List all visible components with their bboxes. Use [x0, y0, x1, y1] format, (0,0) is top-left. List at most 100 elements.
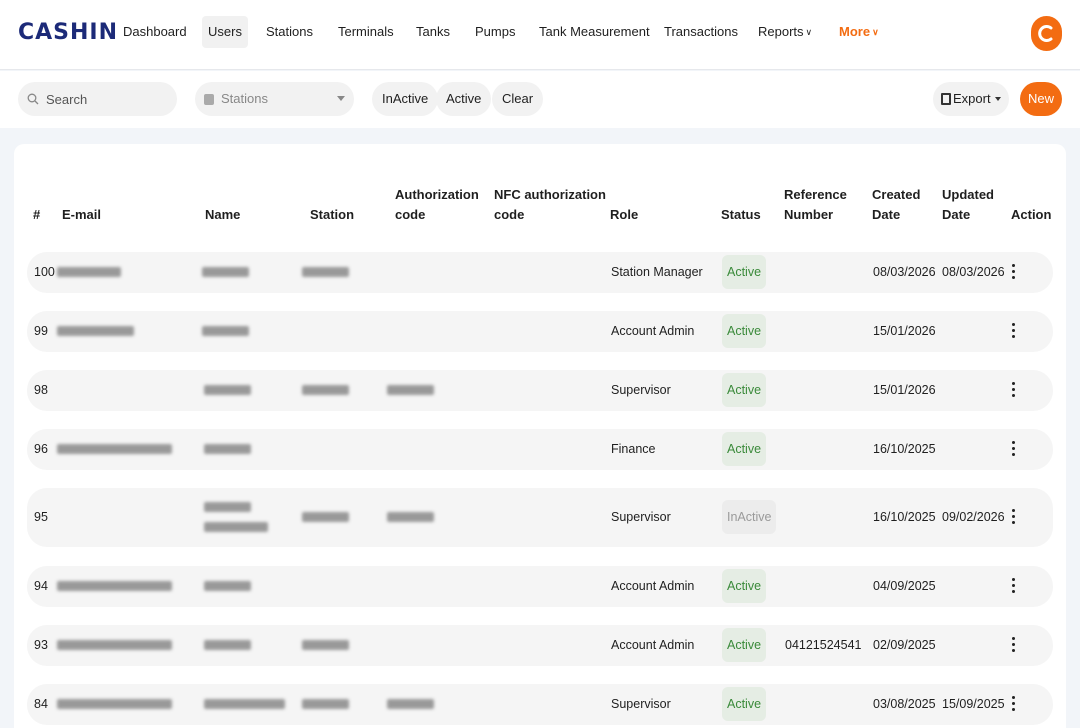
cell-role: Finance: [611, 442, 656, 456]
redacted-auth-code: [387, 699, 434, 709]
col-header-nfc-code: NFC authorization code: [494, 185, 606, 225]
col-header-status: Status: [721, 207, 761, 222]
nav-terminals[interactable]: Terminals: [332, 16, 400, 48]
nav-more[interactable]: More ∨: [833, 16, 885, 48]
more-actions-icon[interactable]: [1006, 695, 1022, 713]
redacted-name: [204, 699, 285, 709]
redacted-name: [202, 326, 249, 336]
col-header-station: Station: [310, 207, 355, 222]
top-navbar: CASHIN Dashboard Users Stations Terminal…: [0, 0, 1080, 70]
table-row[interactable]: 100 Station Manager Active 08/03/2026 08…: [27, 252, 1053, 293]
chevron-down-icon: ∨: [872, 27, 879, 37]
nav-transactions[interactable]: Transactions: [658, 16, 744, 48]
more-actions-icon[interactable]: [1006, 577, 1022, 595]
col-header-action: Action: [1011, 207, 1052, 222]
nav-tanks[interactable]: Tanks: [410, 16, 456, 48]
col-header-auth-code-line1: Authorization: [395, 187, 479, 202]
cell-updated-date: 15/09/2025: [942, 697, 1005, 711]
cell-index: 99: [34, 324, 48, 338]
nav-stations[interactable]: Stations: [260, 16, 319, 48]
table-row[interactable]: 98 Supervisor Active 15/01/2026: [27, 370, 1053, 411]
cell-updated-date: 09/02/2026: [942, 510, 1005, 524]
redacted-station: [302, 640, 349, 650]
user-avatar[interactable]: [1031, 16, 1062, 51]
col-header-email: E-mail: [62, 207, 102, 222]
cell-role: Account Admin: [611, 324, 695, 338]
redacted-email: [57, 581, 172, 591]
filter-clear-button[interactable]: Clear: [492, 82, 544, 116]
redacted-name: [204, 640, 251, 650]
export-icon: [941, 93, 951, 105]
search-box[interactable]: [18, 82, 177, 116]
status-badge: Active: [722, 628, 767, 662]
brand-logo[interactable]: CASHIN: [18, 20, 118, 45]
more-actions-icon[interactable]: [1006, 636, 1022, 654]
chevron-down-icon: ∨: [805, 27, 813, 37]
user-avatar-icon: [1038, 25, 1053, 42]
station-icon: [204, 94, 214, 105]
more-actions-icon[interactable]: [1006, 263, 1022, 281]
stations-select-placeholder: Stations: [221, 91, 268, 106]
cell-index: 94: [34, 579, 48, 593]
col-header-created-line1: Created: [872, 187, 921, 202]
filter-active-button[interactable]: Active: [436, 82, 492, 116]
redacted-auth-code: [387, 512, 434, 522]
nav-tank-measurement[interactable]: Tank Measurement: [533, 16, 656, 48]
search-icon: [27, 93, 39, 105]
redacted-email: [57, 326, 134, 336]
export-label: Export: [953, 91, 991, 106]
nav-reports[interactable]: Reports ∨: [752, 16, 818, 48]
redacted-station: [302, 385, 349, 395]
nav-users[interactable]: Users: [202, 16, 248, 48]
filter-inactive-button[interactable]: InActive: [372, 82, 439, 116]
col-header-reference-line1: Reference: [784, 187, 847, 202]
col-header-index: #: [33, 207, 41, 222]
nav-reports-label: Reports: [758, 24, 804, 39]
table-row[interactable]: 84 Supervisor Active 03/08/2025 15/09/20…: [27, 684, 1053, 725]
filter-toolbar: Stations InActive Active Clear Export Ne…: [0, 71, 1080, 128]
cell-index: 95: [34, 510, 48, 524]
caret-down-icon: [994, 97, 1001, 101]
status-badge: Active: [722, 432, 767, 466]
cell-created-date: 15/01/2026: [873, 383, 936, 397]
table-row[interactable]: 94 Account Admin Active 04/09/2025: [27, 566, 1053, 607]
cell-index: 84: [34, 697, 48, 711]
status-badge: Active: [722, 314, 767, 348]
redacted-email: [57, 640, 172, 650]
nav-more-label: More: [839, 24, 871, 39]
redacted-name: [204, 581, 251, 591]
nav-pumps[interactable]: Pumps: [469, 16, 521, 48]
redacted-email: [57, 444, 172, 454]
cell-created-date: 08/03/2026: [873, 265, 936, 279]
redacted-auth-code: [387, 385, 434, 395]
more-actions-icon[interactable]: [1006, 322, 1022, 340]
status-badge: Active: [722, 569, 767, 603]
cell-created-date: 16/10/2025: [873, 510, 936, 524]
stations-select[interactable]: Stations: [195, 82, 354, 116]
cell-index: 96: [34, 442, 48, 456]
more-actions-icon[interactable]: [1006, 508, 1022, 526]
col-header-nfc-code-line2: code: [494, 207, 525, 222]
redacted-station: [302, 267, 349, 277]
status-badge: Active: [722, 687, 767, 721]
table-row[interactable]: 96 Finance Active 16/10/2025: [27, 429, 1053, 470]
caret-down-icon: [337, 96, 345, 101]
cell-role: Account Admin: [611, 638, 695, 652]
redacted-name: [202, 267, 249, 277]
col-header-updated: Updated Date: [942, 185, 994, 225]
redacted-name: [204, 444, 251, 454]
col-header-auth-code: Authorization code: [395, 185, 479, 225]
table-row[interactable]: 93 Account Admin Active 04121524541 02/0…: [27, 625, 1053, 666]
table-row[interactable]: 95 Supervisor InActive 16/10/2025 09/02/…: [27, 488, 1053, 547]
search-input[interactable]: [46, 82, 171, 116]
more-actions-icon[interactable]: [1006, 381, 1022, 399]
more-actions-icon[interactable]: [1006, 440, 1022, 458]
status-badge: Active: [722, 373, 767, 407]
redacted-station: [302, 512, 349, 522]
export-button[interactable]: Export: [933, 82, 1009, 116]
redacted-email: [57, 267, 121, 277]
table-row[interactable]: 99 Account Admin Active 15/01/2026: [27, 311, 1053, 352]
nav-dashboard[interactable]: Dashboard: [117, 16, 193, 48]
new-user-button[interactable]: New: [1020, 82, 1062, 116]
col-header-nfc-code-line1: NFC authorization: [494, 187, 606, 202]
